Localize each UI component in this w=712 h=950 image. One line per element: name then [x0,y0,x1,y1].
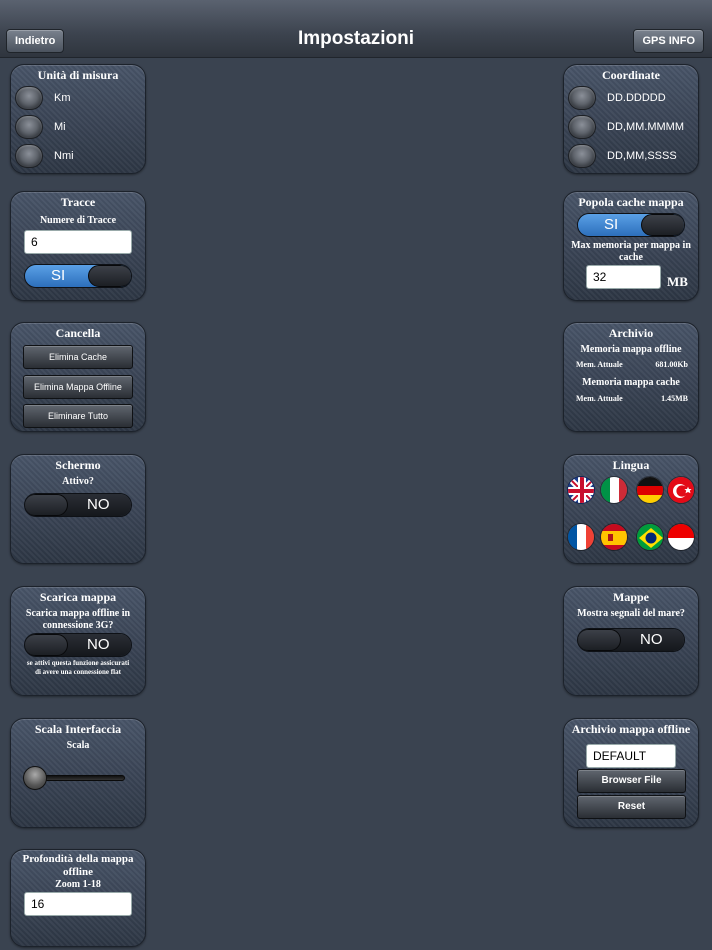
scale-slider-knob[interactable] [23,766,47,790]
page-title: Impostazioni [297,28,415,49]
offline-archive-panel: Archivio mappa offline DEFAULT Browser F… [563,718,699,828]
italy-flag-icon[interactable] [600,476,628,504]
radio-button[interactable] [15,114,43,139]
toggle-label: NO [87,496,110,513]
scale-title: Scala Interfaccia [34,722,122,736]
toggle-knob[interactable] [25,494,68,516]
language-panel: Lingua [563,454,699,564]
screen-title: Schermo [55,458,101,472]
reset-button[interactable]: Reset [577,795,686,819]
radio-label: DD.DDDDD [607,91,666,104]
cache-subtitle: Max memoria per mappa in cache [571,240,691,263]
radio-label: Mi [54,120,66,133]
archive-panel: Archivio Memoria mappa offline Mem. Attu… [563,322,699,432]
depth-panel: Profondità della mappa offline Zoom 1-18… [10,849,146,947]
screen-toggle[interactable]: NO [24,493,132,517]
tracks-panel: Tracce Numere di Tracce 6 SI [10,191,146,301]
tracks-subtitle: Numere di Tracce [39,215,117,226]
archive-title: Archivio [608,326,654,340]
delete-title: Cancella [55,326,101,340]
language-title: Lingua [612,458,650,472]
offline-memory-title: Memoria mappa offline [580,344,682,355]
tracks-title: Tracce [60,195,96,209]
indonesia-flag-icon[interactable] [667,523,695,551]
download-panel: Scarica mappa Scarica mappa offline in c… [10,586,146,696]
units-option-nmi[interactable]: Nmi [11,141,145,170]
radio-label: Km [54,91,71,104]
screen-panel: Schermo Attivo? NO [10,454,146,564]
maps-panel: Mappe Mostra segnali del mare? NO [563,586,699,696]
brazil-flag-icon[interactable] [636,523,664,551]
coords-option-seconds[interactable]: DD,MM,SSSS [564,141,698,170]
coords-option-minutes[interactable]: DD,MM.MMMM [564,112,698,141]
turkey-flag-icon[interactable] [667,476,695,504]
gps-info-button[interactable]: GPS INFO [633,29,704,53]
cache-toggle[interactable]: SI [577,213,685,237]
radio-button[interactable] [568,143,596,168]
cache-title: Popola cache mappa [578,195,684,209]
download-note: se attivi questa funzione assicurati di … [26,659,130,676]
delete-cache-button[interactable]: Elimina Cache [23,345,133,369]
download-3g-toggle[interactable]: NO [24,633,132,657]
radio-label: DD,MM.MMMM [607,120,684,133]
uk-flag-icon[interactable] [567,476,595,504]
browse-file-button[interactable]: Browser File [577,769,686,793]
units-option-km[interactable]: Km [11,83,145,112]
france-flag-icon[interactable] [567,523,595,551]
coords-option-decimal[interactable]: DD.DDDDD [564,83,698,112]
germany-flag-icon[interactable] [636,476,664,504]
offline-memory-label: Mem. Attuale [576,360,623,369]
delete-all-button[interactable]: Eliminare Tutto [23,404,133,428]
cache-memory-title: Memoria mappa cache [582,377,680,388]
toggle-label: SI [51,267,66,284]
download-subtitle: Scarica mappa offline in connessione 3G? [25,608,131,631]
cache-memory-input[interactable]: 32 [586,265,661,289]
radio-label: DD,MM,SSSS [607,149,677,162]
toggle-label: NO [87,636,110,653]
navigation-bar: Indietro Impostazioni GPS INFO [0,0,712,58]
scale-subtitle: Scala [66,740,90,751]
offline-memory-row: Mem. Attuale 681.00Kb [576,360,688,369]
offline-memory-value: 681.00Kb [655,360,688,369]
cache-memory-value: 1.45MB [661,394,688,403]
units-title: Unità di misura [37,68,119,82]
toggle-knob[interactable] [25,634,68,656]
depth-subtitle: Zoom 1-18 [55,879,101,890]
offline-archive-title: Archivio mappa offline [571,722,691,736]
maps-subtitle: Mostra segnali del mare? [577,608,685,619]
depth-zoom-input[interactable]: 16 [24,892,132,916]
toggle-label: SI [604,216,619,233]
screen-subtitle: Attivo? [62,476,94,487]
maps-title: Mappe [613,590,649,604]
cache-memory-label: Mem. Attuale [576,394,623,403]
coordinates-title: Coordinate [602,68,660,82]
tracks-count-input[interactable]: 6 [24,230,132,254]
radio-button[interactable] [15,85,43,110]
toggle-label: NO [640,631,663,648]
radio-button[interactable] [568,85,596,110]
radio-button[interactable] [568,114,596,139]
radio-button[interactable] [15,143,43,168]
spain-flag-icon[interactable] [600,523,628,551]
coordinates-panel: Coordinate DD.DDDDD DD,MM.MMMM DD,MM,SSS… [563,64,699,174]
cache-unit-label: MB [667,274,688,289]
tracks-toggle[interactable]: SI [24,264,132,288]
cache-panel: Popola cache mappa SI Max memoria per ma… [563,191,699,301]
download-title: Scarica mappa [39,590,117,604]
toggle-knob[interactable] [641,214,684,236]
units-option-mi[interactable]: Mi [11,112,145,141]
toggle-knob[interactable] [88,265,131,287]
cache-memory-row: Mem. Attuale 1.45MB [576,394,688,403]
delete-panel: Cancella Elimina Cache Elimina Mappa Off… [10,322,146,432]
scale-panel: Scala Interfaccia Scala [10,718,146,828]
radio-label: Nmi [54,149,74,162]
toggle-knob[interactable] [578,629,621,651]
delete-offline-map-button[interactable]: Elimina Mappa Offline [23,375,133,399]
units-panel: Unità di misura Km Mi Nmi [10,64,146,174]
offline-archive-input[interactable]: DEFAULT [586,744,676,768]
sea-signals-toggle[interactable]: NO [577,628,685,652]
depth-title: Profondità della mappa offline [22,853,134,878]
